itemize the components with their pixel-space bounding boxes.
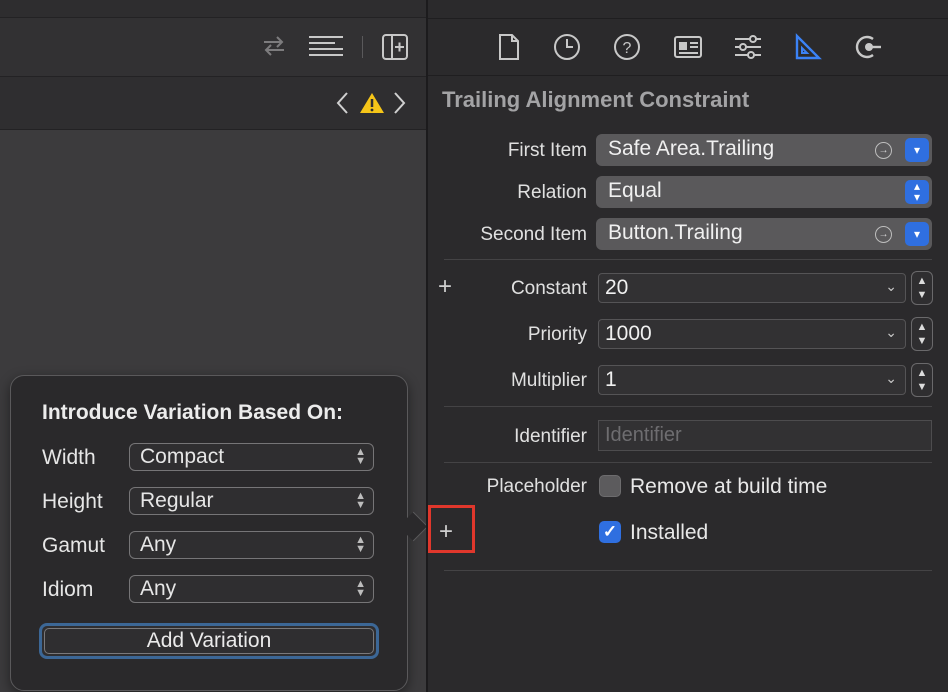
priority-stepper[interactable]: ▲ ▼ <box>911 317 933 351</box>
multiplier-value: 1 <box>605 368 617 391</box>
gamut-select-value: Any <box>140 533 177 556</box>
add-editor-icon[interactable] <box>380 32 410 62</box>
identity-icon[interactable] <box>672 32 704 62</box>
gamut-select[interactable]: Any ▲ ▼ <box>129 531 374 559</box>
select-arrows-icon: ▲ ▼ <box>355 446 366 467</box>
relation-popup[interactable]: Equal ▴ ▾ <box>596 176 932 208</box>
updown-chevron-icon: ▴ ▾ <box>905 180 929 204</box>
constant-value: 20 <box>605 276 629 299</box>
chevron-down-icon[interactable]: ▾ <box>905 138 929 162</box>
add-variation-button[interactable]: Add Variation <box>39 623 379 659</box>
constant-stepper[interactable]: ▲ ▼ <box>911 271 933 305</box>
constant-add-variation-icon[interactable]: + <box>438 273 452 301</box>
width-label: Width <box>42 446 96 469</box>
chevron-left-icon[interactable] <box>332 89 352 117</box>
constant-label: Constant <box>510 278 587 299</box>
swap-arrows-icon[interactable] <box>258 32 290 60</box>
installed-label: Installed <box>630 521 709 544</box>
chevron-down-icon[interactable]: ⌄ <box>885 278 897 295</box>
priority-value: 1000 <box>605 322 652 345</box>
inspector-top-strip <box>428 0 948 19</box>
select-arrows-icon: ▲ ▼ <box>355 490 366 511</box>
help-icon[interactable]: ? <box>612 32 642 62</box>
inspector-panel: ? Trailing Alignment Constraint First It… <box>428 0 948 692</box>
jump-bar <box>0 77 426 130</box>
section-separator <box>444 259 932 260</box>
editor-toolbar <box>0 18 426 77</box>
first-item-value: Safe Area.Trailing <box>608 137 775 160</box>
second-item-label: Second Item <box>480 224 587 245</box>
goto-arrow-icon[interactable]: → <box>875 142 892 159</box>
idiom-select[interactable]: Any ▲ ▼ <box>129 575 374 603</box>
idiom-label: Idiom <box>42 578 94 601</box>
installed-checkbox[interactable]: ✓ <box>599 521 621 543</box>
warning-icon[interactable] <box>358 89 386 117</box>
add-variation-label: Add Variation <box>44 628 374 654</box>
first-item-popup[interactable]: Safe Area.Trailing → ▾ <box>596 134 932 166</box>
popover-title: Introduce Variation Based On: <box>42 401 344 424</box>
relation-value: Equal <box>608 179 662 202</box>
multiplier-stepper[interactable]: ▲ ▼ <box>911 363 933 397</box>
priority-combo[interactable]: 1000 ⌄ <box>598 319 906 349</box>
size-ruler-icon[interactable] <box>792 32 824 62</box>
select-arrows-icon: ▲ ▼ <box>355 578 366 599</box>
constant-combo[interactable]: 20 ⌄ <box>598 273 906 303</box>
editor-area: Introduce Variation Based On: Width Comp… <box>0 0 429 692</box>
identifier-input[interactable] <box>599 421 931 450</box>
remove-at-build-label: Remove at build time <box>630 475 828 498</box>
chevron-down-icon[interactable]: ▾ <box>905 222 929 246</box>
width-select-value: Compact <box>140 445 225 468</box>
height-label: Height <box>42 490 103 513</box>
multiplier-combo[interactable]: 1 ⌄ <box>598 365 906 395</box>
first-item-label: First Item <box>507 140 587 161</box>
inspector-title: Trailing Alignment Constraint <box>442 87 750 112</box>
second-item-value: Button.Trailing <box>608 221 743 244</box>
chevron-right-icon[interactable] <box>390 89 410 117</box>
remove-at-build-checkbox[interactable] <box>599 475 621 497</box>
chevron-down-icon[interactable]: ⌄ <box>885 370 897 387</box>
section-separator <box>444 570 932 571</box>
variation-popover: Introduce Variation Based On: Width Comp… <box>10 375 429 691</box>
editor-tab-strip <box>0 0 426 18</box>
file-icon[interactable] <box>494 32 524 62</box>
identifier-field[interactable] <box>598 420 932 451</box>
popover-arrow <box>398 511 429 542</box>
svg-text:?: ? <box>623 40 632 57</box>
select-arrows-icon: ▲ ▼ <box>355 534 366 555</box>
identifier-label: Identifier <box>514 426 587 447</box>
priority-label: Priority <box>527 324 587 345</box>
second-item-popup[interactable]: Button.Trailing → ▾ <box>596 218 932 250</box>
section-separator <box>444 406 932 407</box>
highlight-box <box>428 505 475 553</box>
attributes-icon[interactable] <box>732 32 764 62</box>
section-separator <box>444 462 932 463</box>
idiom-select-value: Any <box>140 577 177 600</box>
inspector-tabs: ? <box>428 19 948 76</box>
height-select[interactable]: Regular ▲ ▼ <box>129 487 374 515</box>
history-icon[interactable] <box>552 32 582 62</box>
gamut-label: Gamut <box>42 534 106 557</box>
connections-icon[interactable] <box>852 32 884 62</box>
goto-arrow-icon[interactable]: → <box>875 226 892 243</box>
relation-label: Relation <box>517 182 587 203</box>
width-select[interactable]: Compact ▲ ▼ <box>129 443 374 471</box>
chevron-down-icon[interactable]: ⌄ <box>885 324 897 341</box>
placeholder-label: Placeholder <box>486 476 587 497</box>
height-select-value: Regular <box>140 489 214 512</box>
lines-icon[interactable] <box>306 32 346 60</box>
toolbar-divider <box>362 36 363 58</box>
multiplier-label: Multiplier <box>510 370 587 391</box>
